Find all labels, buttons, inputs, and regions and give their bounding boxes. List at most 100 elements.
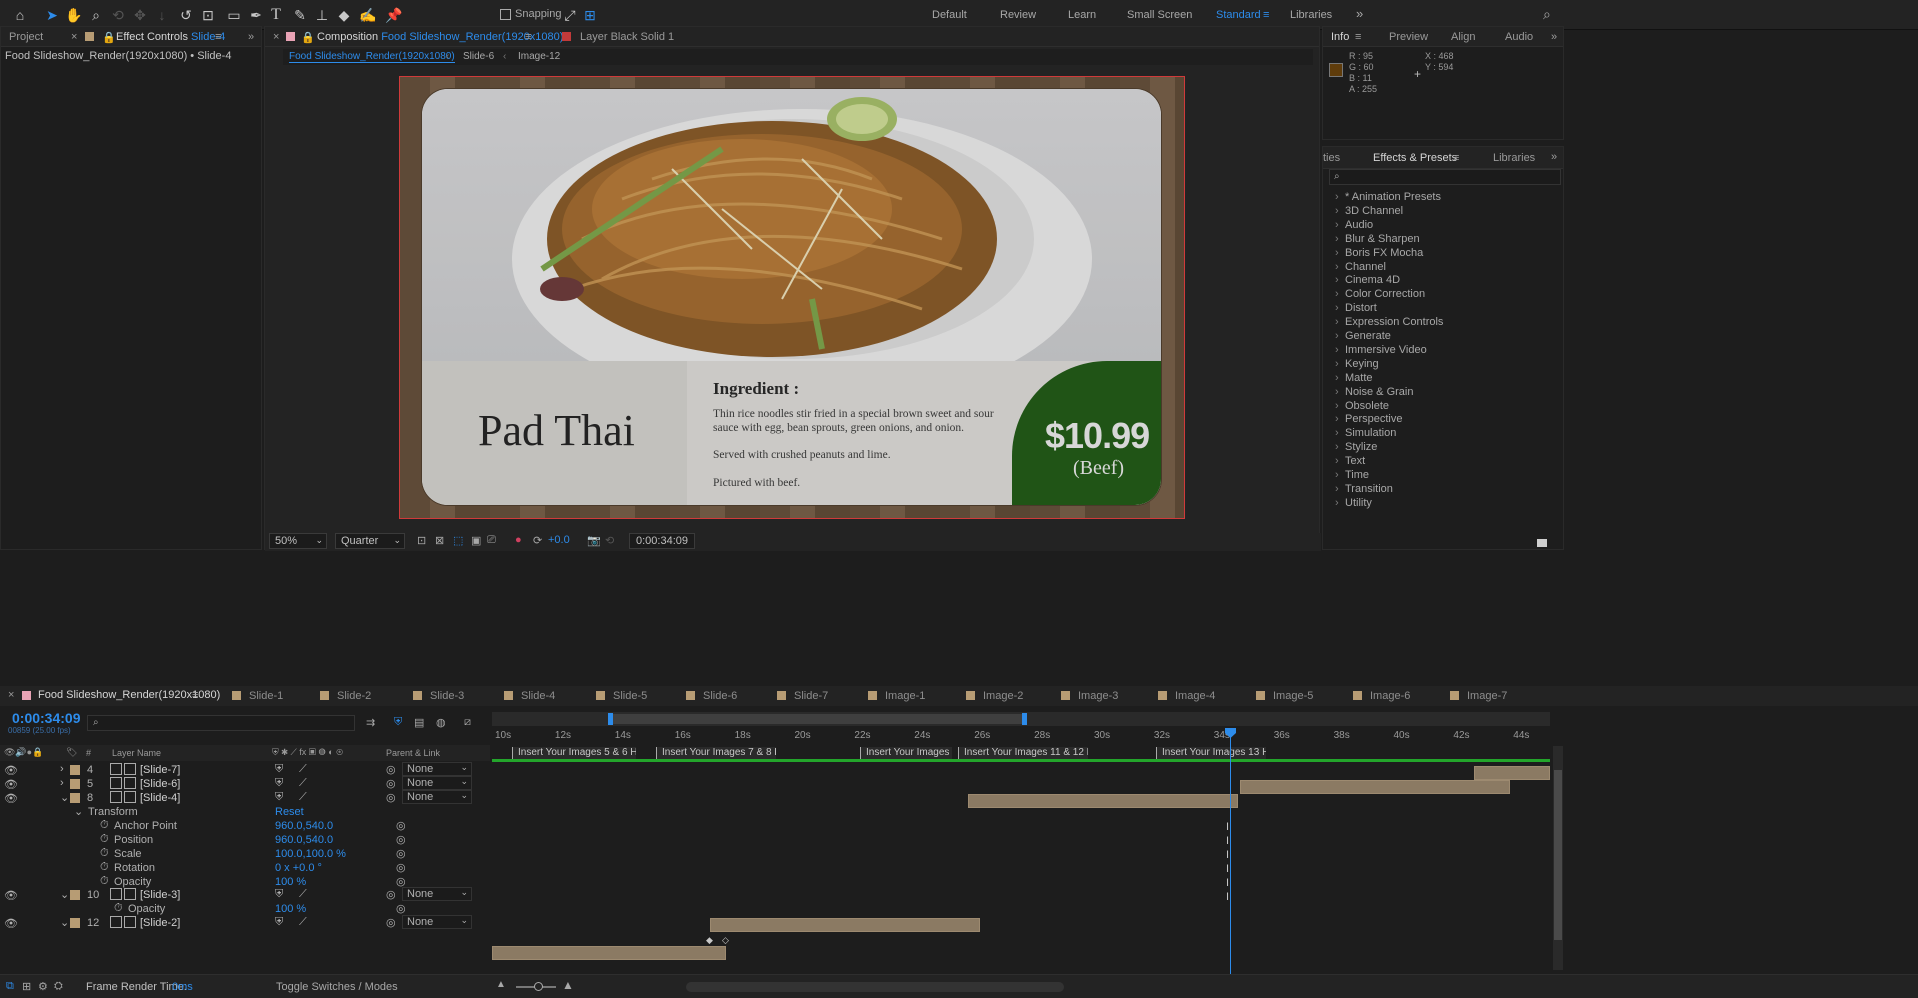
home-icon[interactable]: ⌂ (10, 5, 30, 25)
draft-3d-icon[interactable]: ⛨ (394, 716, 402, 729)
crumb-image-12[interactable]: Image-12 (518, 51, 560, 62)
lock-icon[interactable]: 🔒 (102, 31, 116, 44)
timeline-tab-image-7[interactable]: Image-7 (1450, 690, 1507, 702)
effects-category-item[interactable]: › Simulation (1335, 427, 1396, 439)
snap-edges-icon[interactable]: ⤢ (560, 5, 580, 25)
effects-category-item[interactable]: › Stylize (1335, 441, 1377, 453)
exposure-value[interactable]: +0.0 (548, 534, 570, 546)
effects-category-item[interactable]: › Audio (1335, 219, 1373, 231)
pickwhip-icon[interactable]: ◎ (386, 916, 396, 929)
timeline-zoom-slider[interactable] (516, 982, 556, 991)
work-area-end[interactable] (1022, 713, 1027, 725)
timeline-tab-menu-icon[interactable]: ≡ (192, 689, 198, 701)
layer-bar-slide-3[interactable] (710, 918, 980, 932)
chevron-down-icon[interactable]: ⌄ (60, 888, 69, 901)
collapse-switch-icon[interactable]: ⛨ (275, 791, 283, 804)
workspace-menu-icon[interactable]: ≡ (1263, 9, 1269, 21)
quality-switch-icon[interactable]: ⟋ (299, 777, 307, 790)
guides-icon[interactable]: ▣ (471, 534, 481, 547)
property-value[interactable]: 100.0,100.0 % (275, 848, 346, 860)
parent-dropdown[interactable]: None ⌄ (402, 762, 472, 776)
settings-icon[interactable]: ⚙ (38, 980, 48, 993)
comp-marker[interactable]: Insert Your Images 9 & (860, 747, 952, 759)
stopwatch-icon[interactable]: ⏱ (100, 861, 109, 874)
selection-tool-icon[interactable]: ➤ (42, 5, 62, 25)
effects-category-item[interactable]: › Perspective (1335, 413, 1402, 425)
pan-tool-icon[interactable]: ✥ (130, 5, 150, 25)
timeline-tab-image-4[interactable]: Image-4 (1158, 690, 1215, 702)
effects-category-item[interactable]: › Channel (1335, 261, 1386, 273)
timeline-tab-image-3[interactable]: Image-3 (1061, 690, 1118, 702)
tab-preview[interactable]: Preview (1389, 31, 1428, 43)
scroll-thumb[interactable] (1554, 770, 1562, 940)
parent-dropdown[interactable]: None ⌄ (402, 915, 472, 929)
chevron-down-icon[interactable]: ⌄ (60, 916, 69, 929)
effects-category-item[interactable]: › Immersive Video (1335, 344, 1427, 356)
timeline-tab-slide-2[interactable]: Slide-2 (320, 690, 371, 702)
effects-search-input[interactable]: ⌕ (1329, 169, 1561, 185)
expression-pickwhip-icon[interactable]: ◎ (396, 833, 406, 846)
resolution-dropdown[interactable]: Quarter ⌄ (335, 533, 405, 549)
tab-layer[interactable]: Layer Black Solid 1 (580, 31, 674, 43)
toggle-switches-modes[interactable]: Toggle Switches / Modes (276, 981, 398, 993)
workspace-learn[interactable]: Learn (1068, 9, 1096, 21)
expression-pickwhip-icon[interactable]: ◎ (396, 861, 406, 874)
hand-tool-icon[interactable]: ✋ (64, 5, 84, 25)
parent-dropdown[interactable]: None ⌄ (402, 776, 472, 790)
orbit-tool-icon[interactable]: ⟲ (108, 5, 128, 25)
mask-visibility-icon[interactable]: ⬚ (453, 534, 463, 547)
timeline-tab-image-2[interactable]: Image-2 (966, 690, 1023, 702)
property-value[interactable]: 960.0,540.0 (275, 820, 333, 832)
keyframe-icon[interactable]: ◇ (722, 935, 729, 946)
comp-tab-close-icon[interactable]: × (273, 31, 279, 43)
transparency-grid-icon[interactable]: ⊠ (435, 534, 444, 547)
zoom-in-icon[interactable]: ▲ (562, 978, 574, 992)
layer-row[interactable]: 👁 ⌄ 12 [Slide-2] ⛨ ⟋ ◎ None ⌄ (0, 915, 600, 932)
expression-pickwhip-icon[interactable]: ◎ (396, 847, 406, 860)
tab-project[interactable]: Project (9, 31, 43, 43)
effects-menu-icon[interactable]: ≡ (1453, 152, 1459, 164)
puppet-pin-icon[interactable]: 📌 (384, 5, 404, 25)
render-toggle-icon[interactable]: ⧉ (6, 980, 14, 993)
parent-link-header[interactable]: Parent & Link (386, 748, 440, 758)
comp-mini-flowchart-icon[interactable]: ⇉ (366, 716, 375, 729)
parent-dropdown[interactable]: None ⌄ (402, 887, 472, 901)
keyframe-icon[interactable]: ◆ (706, 935, 713, 946)
zoom-out-icon[interactable]: ▲ (496, 979, 506, 990)
stopwatch-icon[interactable]: ⏱ (100, 819, 109, 832)
workspace-standard[interactable]: Standard (1216, 9, 1261, 21)
eraser-tool-icon[interactable]: ◆ (334, 5, 354, 25)
quality-switch-icon[interactable]: ⟋ (299, 888, 307, 901)
timeline-tab-image-1[interactable]: Image-1 (868, 690, 925, 702)
panel-overflow-icon[interactable]: » (248, 31, 254, 43)
zoom-slider-thumb[interactable] (534, 982, 543, 991)
layer-bar-slide-7[interactable] (1474, 766, 1550, 780)
timeline-close-icon[interactable]: × (8, 689, 14, 701)
search-help-icon[interactable]: ⌕ (1543, 6, 1551, 23)
tab-info[interactable]: Info (1331, 31, 1349, 43)
workspace-libraries[interactable]: Libraries (1290, 9, 1332, 21)
transform-reset[interactable]: Reset (275, 806, 304, 818)
zoom-tool-icon[interactable]: ⌕ (86, 5, 106, 25)
anchor-tool-icon[interactable]: ⊡ (198, 5, 218, 25)
pickwhip-icon[interactable]: ◎ (386, 763, 396, 776)
workspace-review[interactable]: Review (1000, 9, 1036, 21)
timeline-tab-slide-5[interactable]: Slide-5 (596, 690, 647, 702)
effects-category-item[interactable]: › Text (1335, 455, 1365, 467)
effects-category-item[interactable]: › 3D Channel (1335, 205, 1403, 217)
expression-pickwhip-icon[interactable]: ◎ (396, 902, 406, 915)
roto-brush-icon[interactable]: ✍ (358, 5, 378, 25)
property-value[interactable]: 100 % (275, 903, 306, 915)
parent-dropdown[interactable]: None ⌄ (402, 790, 472, 804)
comp-marker[interactable]: Insert Your Images 7 & 8 Here (656, 747, 776, 759)
quality-switch-icon[interactable]: ⟋ (299, 763, 307, 776)
effects-category-item[interactable]: › Matte (1335, 372, 1373, 384)
stopwatch-icon[interactable]: ⏱ (100, 847, 109, 860)
3d-view-icon[interactable]: ⎚ (487, 534, 496, 547)
property-value[interactable]: 0 x +0.0 ° (275, 862, 322, 874)
expand-in-out-icon[interactable]: ⊞ (22, 980, 31, 993)
label-color-swatch[interactable] (70, 765, 80, 775)
panel-menu-icon[interactable]: ≡ (215, 31, 221, 43)
snapshot-icon[interactable]: 📷 (587, 534, 601, 547)
text-tool-icon[interactable]: T (266, 5, 286, 25)
